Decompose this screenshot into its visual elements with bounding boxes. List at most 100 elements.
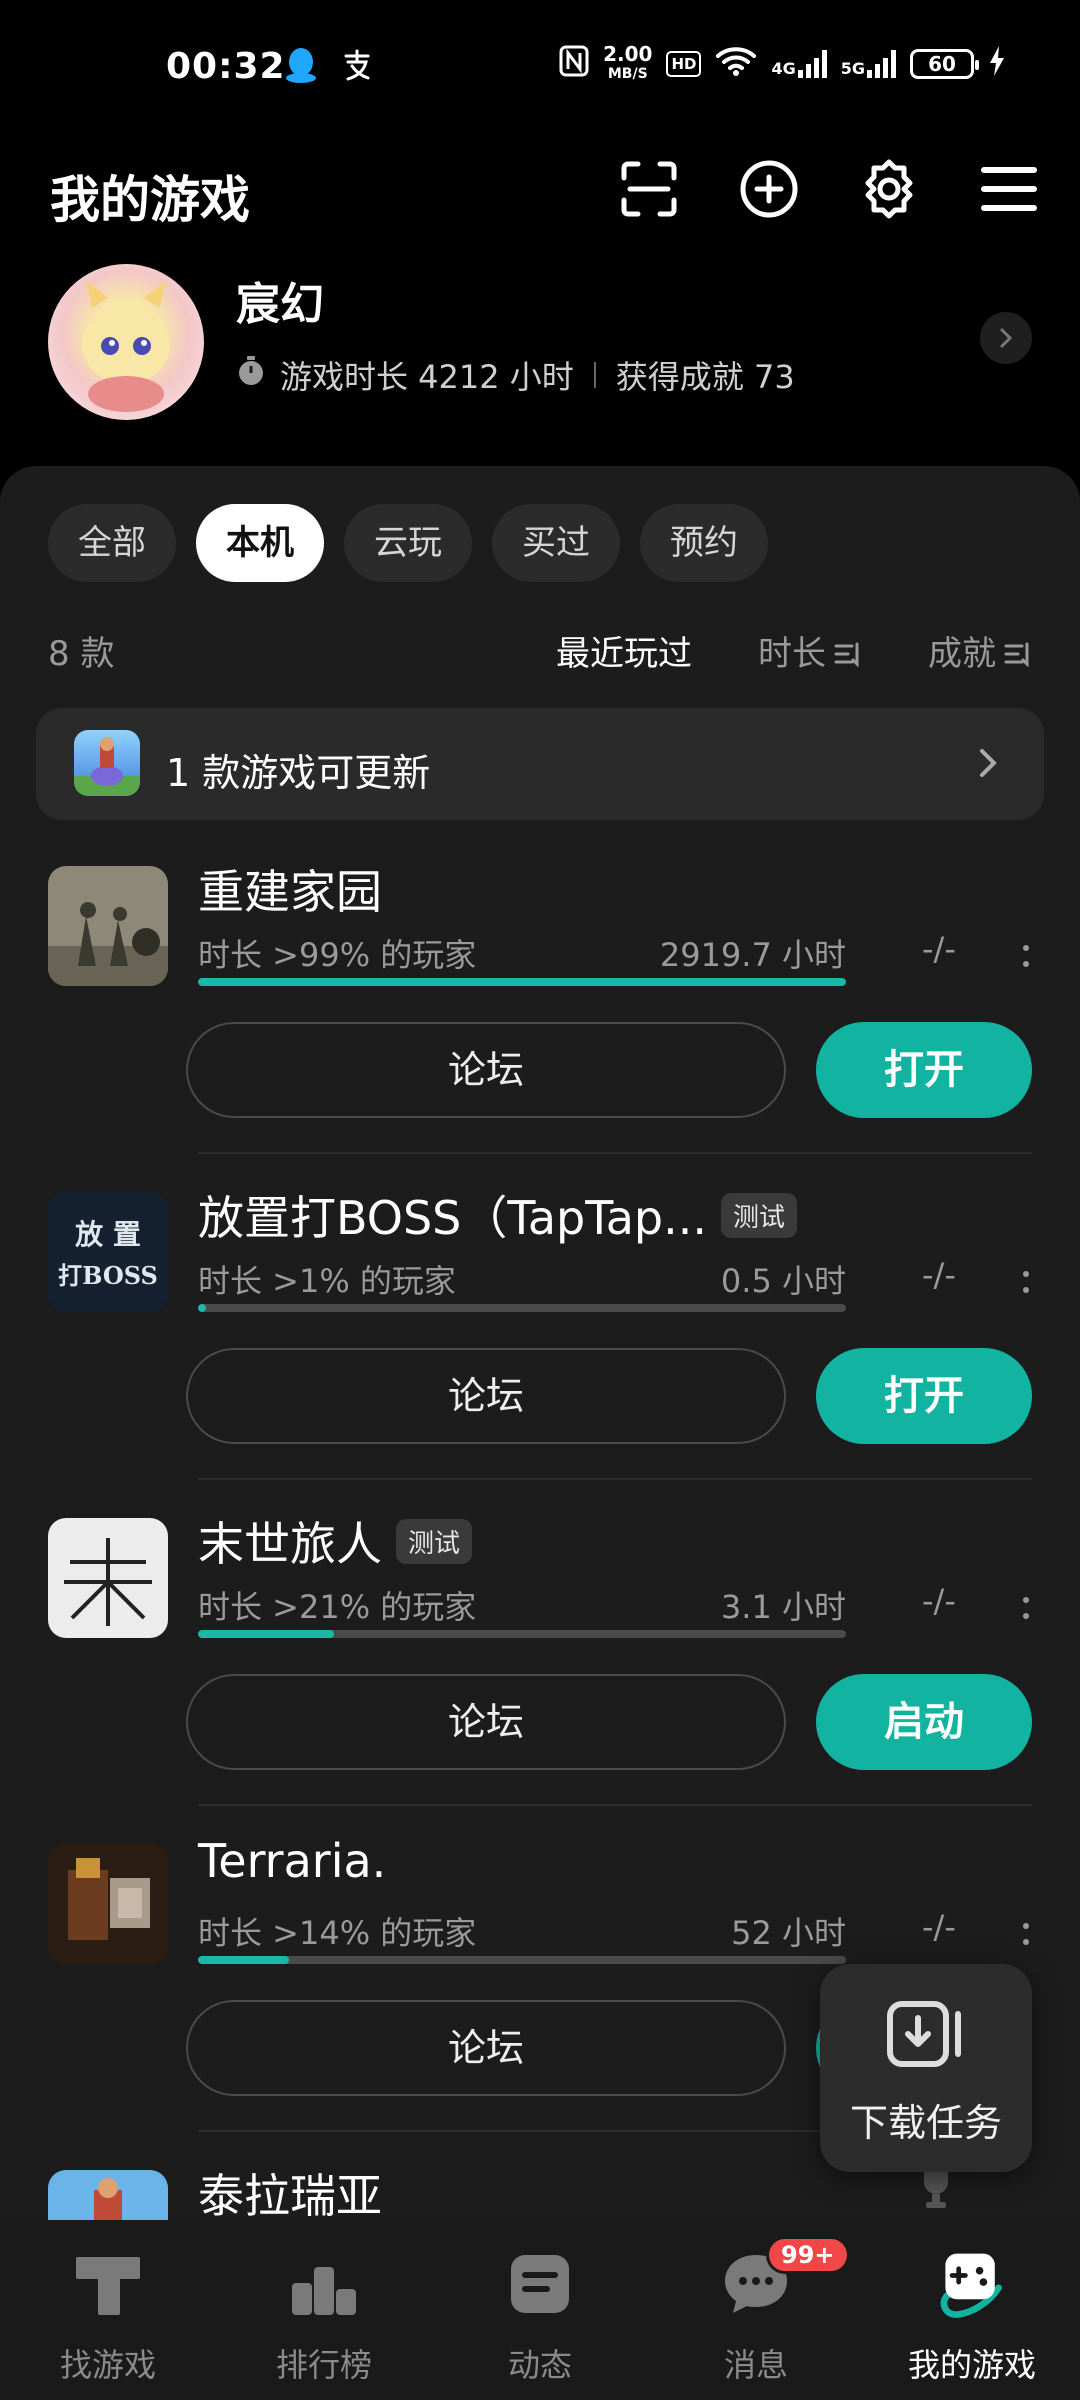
game-icon[interactable] bbox=[48, 866, 168, 986]
filter-reserved[interactable]: 预约 bbox=[640, 504, 768, 582]
forum-button[interactable]: 论坛 bbox=[186, 1348, 786, 1444]
menu-icon[interactable] bbox=[978, 158, 1040, 220]
tap-icon bbox=[70, 2246, 146, 2322]
game-thumbnail bbox=[74, 730, 140, 796]
sort-icon bbox=[834, 636, 862, 676]
game-icon[interactable] bbox=[48, 1844, 168, 1964]
more-options-icon[interactable] bbox=[1016, 1914, 1036, 1954]
alipay-icon bbox=[340, 48, 374, 86]
qq-icon bbox=[284, 46, 318, 88]
playtime-progress bbox=[198, 1630, 846, 1638]
open-button[interactable]: 打开 bbox=[816, 1348, 1032, 1444]
nav-my-games[interactable]: 我的游戏 bbox=[864, 2220, 1080, 2400]
hd-icon: HD bbox=[666, 51, 702, 77]
scan-icon[interactable] bbox=[618, 158, 680, 220]
game-title: 放置打BOSS（TapTap... bbox=[198, 1191, 707, 1245]
achievement-count: -/- bbox=[922, 1582, 956, 1620]
test-badge: 测试 bbox=[396, 1518, 473, 1564]
game-icon[interactable] bbox=[48, 1518, 168, 1638]
sort-duration[interactable]: 时长 bbox=[758, 626, 862, 676]
download-task-label: 下载任务 bbox=[849, 2101, 1002, 2145]
wifi-icon bbox=[715, 45, 757, 83]
nav-find-games[interactable]: 找游戏 bbox=[0, 2220, 216, 2400]
forum-button[interactable]: 论坛 bbox=[186, 1022, 786, 1118]
nav-messages[interactable]: 99+ 消息 bbox=[648, 2220, 864, 2400]
game-title: 末世旅人 bbox=[198, 1517, 382, 1571]
achievement-text: 获得成就 73 bbox=[615, 358, 795, 396]
rank-text: 时长 >21% 的玩家 bbox=[198, 1588, 477, 1626]
filter-all[interactable]: 全部 bbox=[48, 504, 176, 582]
rank-text: 时长 >99% 的玩家 bbox=[198, 936, 477, 974]
hours-text: 2919.7 小时 bbox=[659, 936, 846, 974]
bottom-nav: 找游戏 排行榜 动态 99+ 消息 我的游戏 bbox=[0, 2220, 1080, 2400]
gamepad-icon bbox=[934, 2246, 1010, 2322]
signal-4g-icon: 4G bbox=[771, 50, 827, 78]
download-task-button[interactable]: 下载任务 bbox=[820, 1964, 1032, 2172]
stopwatch-icon bbox=[236, 355, 266, 395]
achievement-count: -/- bbox=[922, 930, 956, 968]
nav-feed[interactable]: 动态 bbox=[432, 2220, 648, 2400]
settings-icon[interactable] bbox=[858, 158, 920, 220]
rank-text: 时长 >14% 的玩家 bbox=[198, 1914, 477, 1952]
game-count: 8 款 bbox=[48, 634, 115, 674]
profile-stats: 游戏时长 4212 小时 获得成就 73 bbox=[236, 352, 795, 398]
nav-ranking[interactable]: 排行榜 bbox=[216, 2220, 432, 2400]
feed-icon bbox=[502, 2246, 578, 2322]
game-title: 泰拉瑞亚 bbox=[198, 2169, 382, 2223]
sort-icon bbox=[1004, 636, 1032, 676]
svg-text:放 置: 放 置 bbox=[74, 1218, 141, 1251]
status-time: 00:32 bbox=[166, 46, 286, 87]
sort-achievement[interactable]: 成就 bbox=[928, 626, 1032, 676]
more-options-icon[interactable] bbox=[1016, 936, 1036, 976]
filter-purchased[interactable]: 买过 bbox=[492, 504, 620, 582]
game-title: 重建家园 bbox=[198, 865, 382, 919]
filter-tabs: 全部 本机 云玩 买过 预约 bbox=[48, 504, 768, 582]
sort-row: 8 款 最近玩过 时长 成就 bbox=[48, 618, 1032, 678]
hours-text: 3.1 小时 bbox=[720, 1588, 846, 1626]
chevron-right-icon bbox=[976, 746, 1000, 784]
profile-card[interactable]: 宸幻 游戏时长 4212 小时 获得成就 73 bbox=[0, 260, 1080, 430]
game-item[interactable]: 末世旅人 测试 时长 >21% 的玩家 3.1 小时 -/- 论坛 启动 bbox=[0, 1502, 1080, 1828]
download-icon bbox=[886, 2000, 966, 2072]
forum-button[interactable]: 论坛 bbox=[186, 2000, 786, 2096]
ranking-icon bbox=[286, 2246, 362, 2322]
playtime-text: 游戏时长 4212 小时 bbox=[280, 358, 574, 396]
playtime-progress bbox=[198, 1304, 846, 1312]
game-item[interactable]: 重建家园 时长 >99% 的玩家 2919.7 小时 -/- 论坛 打开 bbox=[0, 850, 1080, 1176]
achievement-count: -/- bbox=[922, 1908, 956, 1946]
charging-icon bbox=[988, 45, 1006, 83]
achievement-count: -/- bbox=[922, 1256, 956, 1294]
filter-cloud[interactable]: 云玩 bbox=[344, 504, 472, 582]
update-banner[interactable]: 1 款游戏可更新 bbox=[36, 708, 1044, 820]
filter-local[interactable]: 本机 bbox=[196, 504, 324, 582]
page-title: 我的游戏 bbox=[50, 171, 250, 229]
game-title: Terraria. bbox=[198, 1834, 387, 1888]
playtime-progress bbox=[198, 978, 846, 986]
rank-text: 时长 >1% 的玩家 bbox=[198, 1262, 456, 1300]
svg-text:打BOSS: 打BOSS bbox=[58, 1261, 158, 1290]
playtime-progress bbox=[198, 1956, 846, 1964]
more-options-icon[interactable] bbox=[1016, 1588, 1036, 1628]
battery-icon: 60 bbox=[910, 49, 979, 79]
open-button[interactable]: 打开 bbox=[816, 1022, 1032, 1118]
avatar[interactable] bbox=[48, 264, 204, 420]
more-options-icon[interactable] bbox=[1016, 1262, 1036, 1302]
header: 我的游戏 bbox=[0, 140, 1080, 250]
game-icon[interactable]: 放 置打BOSS bbox=[48, 1192, 168, 1312]
signal-5g-icon: 5G bbox=[841, 50, 896, 78]
add-game-icon[interactable] bbox=[738, 158, 800, 220]
username: 宸幻 bbox=[236, 279, 324, 330]
hours-text: 52 小时 bbox=[731, 1914, 846, 1952]
forum-button[interactable]: 论坛 bbox=[186, 1674, 786, 1770]
game-item[interactable]: 放 置打BOSS 放置打BOSS（TapTap... 测试 时长 >1% 的玩家 … bbox=[0, 1176, 1080, 1502]
status-bar: 00:32 2.00 MB/S HD 4G 5G 60 bbox=[0, 0, 1080, 130]
chevron-right-icon[interactable] bbox=[980, 312, 1032, 364]
test-badge: 测试 bbox=[720, 1192, 797, 1238]
unread-badge: 99+ bbox=[766, 2236, 850, 2274]
launch-button[interactable]: 启动 bbox=[816, 1674, 1032, 1770]
nfc-icon bbox=[559, 45, 589, 83]
net-speed: 2.00 MB/S bbox=[603, 42, 653, 82]
hours-text: 0.5 小时 bbox=[720, 1262, 846, 1300]
update-text: 1 款游戏可更新 bbox=[166, 751, 431, 795]
sort-recent[interactable]: 最近玩过 bbox=[556, 626, 692, 676]
